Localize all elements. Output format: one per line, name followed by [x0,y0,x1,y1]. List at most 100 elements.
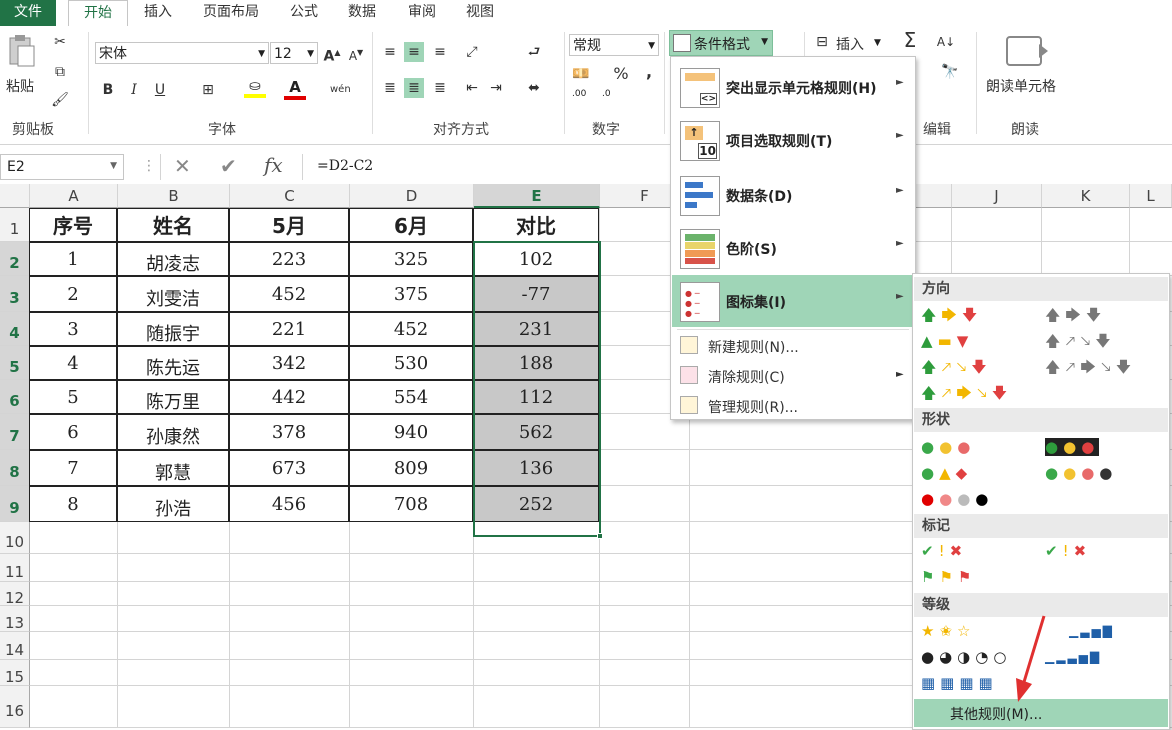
table-cell[interactable]: 342 [229,346,349,380]
table-cell[interactable]: 325 [349,242,473,276]
table-cell[interactable]: 随振宇 [117,312,229,346]
insert-cells-icon[interactable]: ⊟ [812,32,832,52]
table-cell[interactable]: 940 [349,414,473,450]
read-aloud-icon[interactable] [1006,36,1048,66]
table-cell[interactable]: 5 [29,380,117,414]
underline-button[interactable]: U [150,80,170,100]
table-cell[interactable]: 223 [229,242,349,276]
table-header-cell[interactable]: 5月 [229,208,349,242]
italic-button[interactable]: I [124,80,144,100]
number-format-combo[interactable]: 常规 ▼ [569,34,659,56]
table-header-cell[interactable]: 姓名 [117,208,229,242]
menu-top-bottom-rules[interactable]: ↑ 10 项目选取规则(T) ► [672,114,912,166]
icon-set-5-bars[interactable]: ▁▂▃▅▇ [1045,646,1101,668]
table-cell[interactable]: 陈先运 [117,346,229,380]
icon-set-5-quarters[interactable]: ●◕◑◔○ [921,646,1011,668]
insert-dropdown-icon[interactable]: ▼ [874,38,881,48]
align-left-icon[interactable]: ≣ [380,78,400,98]
icon-set-4-bars[interactable]: ▁▃▅▇ [1069,620,1114,642]
table-cell[interactable]: 1 [29,242,117,276]
table-cell[interactable]: 胡凌志 [117,242,229,276]
fill-handle[interactable] [597,533,603,539]
table-cell[interactable]: 554 [349,380,473,414]
table-cell[interactable]: 刘雯洁 [117,276,229,312]
table-cell[interactable]: 673 [229,450,349,486]
cancel-icon[interactable]: ✕ [174,154,191,178]
tab-home[interactable]: 开始 [68,0,128,28]
table-cell[interactable]: 708 [349,486,473,522]
row-header[interactable]: 3 [0,276,30,312]
column-header[interactable]: J [952,184,1042,208]
phonetic-icon[interactable]: wén [330,80,351,100]
accounting-format-icon[interactable]: 💴 [571,64,591,84]
tab-insert[interactable]: 插入 [138,0,178,26]
tab-formulas[interactable]: 公式 [284,0,324,26]
menu-highlight-cells-rules[interactable]: <> 突出显示单元格规则(H) ► [672,61,912,113]
row-header[interactable]: 4 [0,312,30,346]
paste-icon[interactable] [6,34,36,68]
menu-color-scales[interactable]: 色阶(S) ► [672,222,912,274]
decrease-decimal-button[interactable]: .0 [602,90,611,99]
find-select-icon[interactable]: 🔭 [940,62,960,82]
increase-indent-icon[interactable]: ⇥ [486,78,506,98]
icon-set-5-arrows-gray[interactable]: 🡅🡕🡆🡖🡇 [1045,356,1136,378]
table-cell[interactable]: 2 [29,276,117,312]
table-cell[interactable]: 530 [349,346,473,380]
icon-set-3-traffic-lights-rimmed[interactable]: ●●● [1045,436,1100,458]
menu-new-rule[interactable]: 新建规则(N)... [672,331,912,359]
table-cell[interactable]: 378 [229,414,349,450]
tab-page-layout[interactable]: 页面布局 [196,0,266,26]
table-cell[interactable]: 809 [349,450,473,486]
increase-decimal-button[interactable]: .00 [572,90,586,99]
row-header[interactable]: 11 [0,554,30,582]
comma-style-button[interactable]: , [639,62,659,82]
table-header-cell[interactable]: 对比 [473,208,599,242]
borders-icon[interactable]: ⊞ [198,80,218,100]
icon-set-5-boxes[interactable]: ▦▦▦▦ [921,672,998,694]
merge-center-icon[interactable]: ⬌ [524,78,544,98]
icon-set-3-flags[interactable]: ⚑⚑⚑ [921,566,976,588]
increase-font-icon[interactable]: A▲ [322,43,342,65]
icon-set-3-arrows-gray[interactable]: 🡅🡆🡇 [1045,304,1106,326]
table-cell[interactable]: 3 [29,312,117,346]
tab-file[interactable]: 文件 [0,0,56,26]
table-cell[interactable]: 孙浩 [117,486,229,522]
table-cell[interactable]: 6 [29,414,117,450]
icon-set-3-signs[interactable]: ●▲◆ [921,462,972,484]
column-header[interactable]: E [474,184,600,208]
row-header[interactable]: 6 [0,380,30,414]
copy-icon[interactable]: ⧉ [50,62,70,82]
table-cell[interactable]: 452 [229,276,349,312]
row-header[interactable]: 9 [0,486,30,522]
column-header[interactable]: K [1042,184,1130,208]
icon-set-3-symbols[interactable]: ✔!✖ [1045,540,1091,562]
icon-set-3-symbols-circled[interactable]: ✔!✖ [921,540,967,562]
insert-cells-button[interactable]: 插入 [836,34,864,54]
menu-icon-sets[interactable]: ● ─ ● ─ ● ─ 图标集(I) ► [672,275,912,327]
row-header[interactable]: 12 [0,582,30,606]
format-painter-icon[interactable]: 🖌 [50,90,70,110]
row-header[interactable]: 2 [0,242,30,276]
menu-clear-rules[interactable]: 清除规则(C) ► [672,361,912,389]
font-size-combo[interactable]: 12 ▼ [270,42,318,64]
align-middle-icon[interactable]: ≡ [404,42,424,62]
read-aloud-button[interactable]: 朗读单元格 [986,76,1056,96]
decrease-indent-icon[interactable]: ⇤ [462,78,482,98]
column-header[interactable]: D [350,184,474,208]
column-header[interactable]: A [30,184,118,208]
menu-data-bars[interactable]: 数据条(D) ► [672,169,912,221]
autosum-icon[interactable]: Σ [900,30,920,50]
menu-manage-rules[interactable]: 管理规则(R)... [672,391,912,419]
table-header-cell[interactable]: 序号 [29,208,117,242]
icon-set-4-traffic-lights[interactable]: ●●●● [1045,462,1117,484]
table-cell[interactable]: 442 [229,380,349,414]
align-center-icon[interactable]: ≣ [404,78,424,98]
table-cell[interactable]: 452 [349,312,473,346]
row-header[interactable]: 13 [0,606,30,632]
icon-set-3-triangles[interactable]: ▲▬▼ [921,330,973,352]
row-header[interactable]: 15 [0,660,30,686]
name-box[interactable]: E2 ▼ [0,154,124,180]
row-header[interactable]: 8 [0,450,30,486]
align-right-icon[interactable]: ≣ [430,78,450,98]
cut-icon[interactable]: ✂ [50,32,70,52]
